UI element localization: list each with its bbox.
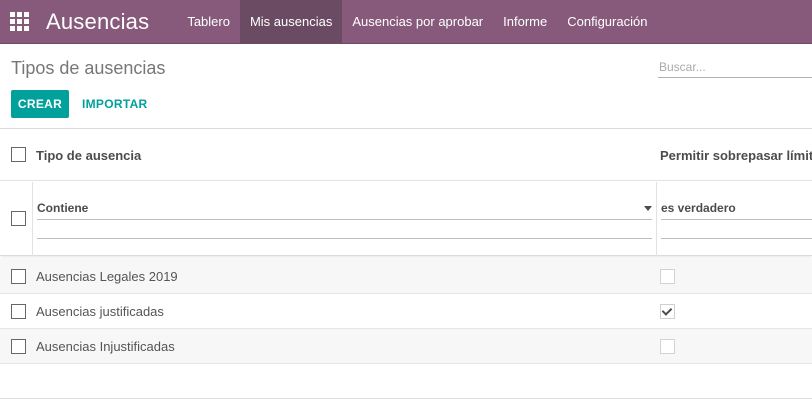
leave-type-name: Ausencias justificadas [36,304,164,319]
table-row[interactable]: Ausencias Legales 2019 [0,259,812,294]
leave-type-name: Ausencias Legales 2019 [36,269,178,284]
checkmark-icon [661,305,673,316]
name-filter-input[interactable] [37,221,652,239]
import-button[interactable]: IMPORTAR [82,90,148,118]
search-input[interactable] [658,56,812,77]
app-title: Ausencias [46,8,150,34]
filter-row-checkbox[interactable] [11,211,26,226]
leave-type-name: Ausencias Injustificadas [36,339,175,354]
breadcrumb: Tipos de ausencias [11,58,166,78]
chevron-down-icon [644,206,652,211]
select-all-checkbox[interactable] [11,147,26,162]
apps-grid-icon[interactable] [0,0,38,44]
row-checkbox[interactable] [11,304,26,319]
apps-grid [9,12,29,31]
list-bottom-divider [0,398,812,399]
allow-exceed-filter-label: es verdadero [661,201,736,215]
row-checkbox[interactable] [11,339,26,354]
table-row[interactable]: Ausencias Injustificadas [0,329,812,364]
menu-item-ausencias-por-aprobar[interactable]: Ausencias por aprobar [342,0,493,44]
allow-exceed-checkbox [660,269,675,284]
main-menu: Tablero Mis ausencias Ausencias por apro… [177,0,657,44]
search-box [658,56,812,78]
menu-item-mis-ausencias[interactable]: Mis ausencias [239,0,343,44]
allow-exceed-filter-input[interactable] [661,221,812,239]
name-filter-operator-label: Contiene [37,201,89,215]
list-header-row: Tipo de ausencia Permitir sobrepasar lím… [0,129,812,181]
allow-exceed-filter-select[interactable]: es verdadero [661,200,812,220]
menu-item-informe[interactable]: Informe [493,0,557,44]
create-button[interactable]: CREAR [11,90,69,118]
allow-exceed-checkbox [660,304,675,319]
row-checkbox[interactable] [11,269,26,284]
menu-item-configuracion[interactable]: Configuración [557,0,657,44]
column-divider [32,182,33,256]
menu-item-tablero[interactable]: Tablero [177,0,240,44]
top-navbar: Ausencias Tablero Mis ausencias Ausencia… [0,0,812,44]
name-filter-operator-select[interactable]: Contiene [37,200,652,220]
column-header-leave-type[interactable]: Tipo de ausencia [36,148,141,163]
column-header-allow-exceed[interactable]: Permitir sobrepasar límite [660,148,812,163]
column-divider [656,182,657,256]
allow-exceed-checkbox [660,339,675,354]
table-row[interactable]: Ausencias justificadas [0,294,812,329]
list-filter-row: Contiene es verdadero [0,182,812,256]
